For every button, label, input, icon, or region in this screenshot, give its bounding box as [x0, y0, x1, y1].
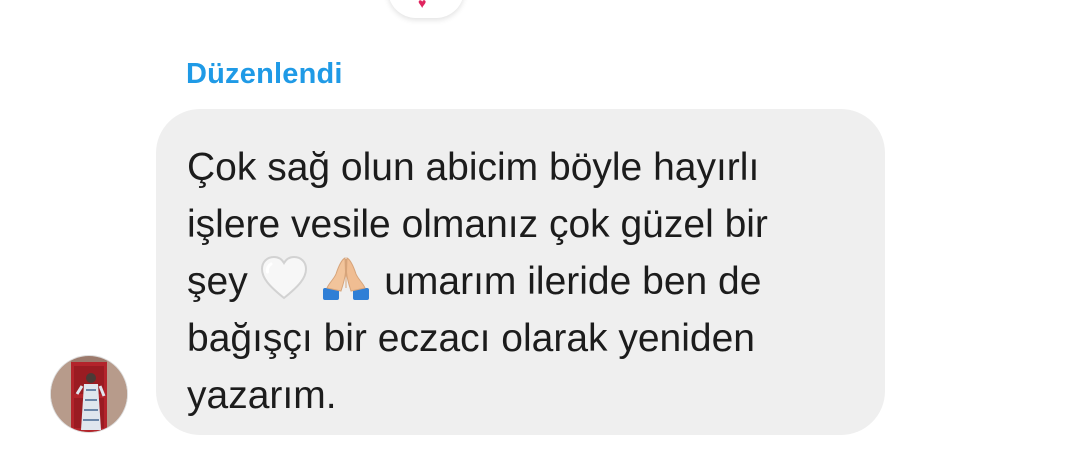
comment-text-line: yazarım.	[187, 374, 337, 417]
white-heart-icon	[259, 254, 309, 302]
previous-message-reaction[interactable]: ♥	[388, 0, 464, 18]
comment-text-line: işlere vesile olmanız çok güzel bir	[187, 203, 768, 246]
comment-text-line: bağışçı bir eczacı olarak yeniden	[187, 317, 755, 360]
comment-text-line: Çok sağ olun abicim böyle hayırlı	[187, 146, 760, 189]
comment-text-fragment: şey	[187, 260, 248, 303]
comment-text-fragment: umarım ileride ben de	[384, 260, 762, 303]
comment-bubble[interactable]: Çok sağ olun abicim böyle hayırlı işlere…	[156, 109, 885, 435]
praying-hands-icon	[321, 254, 371, 302]
avatar[interactable]	[51, 356, 127, 432]
edited-label: Düzenlendi	[186, 58, 343, 90]
heart-icon: ♥	[418, 0, 427, 8]
comment-text-line: şey umarım ileride ben de	[187, 253, 855, 310]
